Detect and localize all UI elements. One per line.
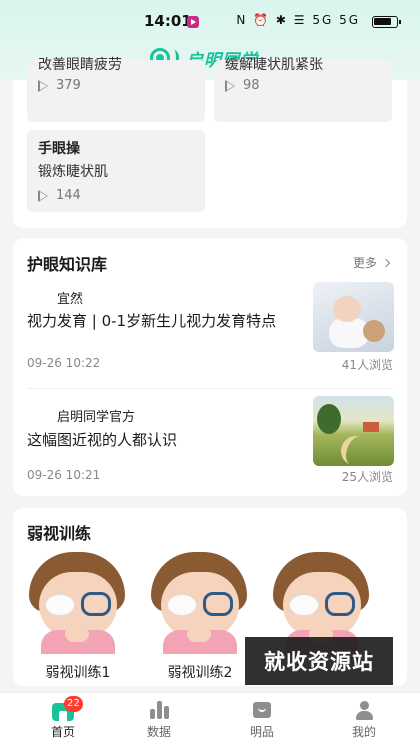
play-count-value: 98 [243,78,260,93]
training-label: 弱视训练1 [45,665,111,681]
video-tile[interactable]: 缓解睫状肌紧张 98 [214,57,392,122]
video-card: 改善眼睛疲劳 379 缓解睫状肌紧张 98 手眼操 锻炼睫状肌 144 [13,57,407,228]
tab-label: 明品 [249,725,274,739]
training-label: 弱视训练2 [167,665,233,681]
tab-label: 我的 [351,725,376,739]
battery-icon [372,16,401,28]
article-item[interactable]: 启明同学官方 这幅图近视的人都认识 09-26 10:21 25人浏览 [13,396,407,488]
bottom-tab-bar: 22 首页 数据 明品 我的 [0,692,420,746]
status-time: 14:01 [144,12,192,30]
play-count: 98 [225,78,260,93]
play-count-value: 379 [56,78,81,93]
article-item[interactable]: 宜然 视力发育 | 0-1岁新生儿视力发育特点 09-26 10:22 41人浏… [13,282,407,382]
play-icon [38,189,48,202]
video-subtitle: 缓解睫状肌紧张 [225,57,323,73]
article-views: 41人浏览 [341,358,393,372]
section-title: 护眼知识库 [27,255,108,274]
video-subtitle: 改善眼睛疲劳 [38,57,122,73]
knowledge-card: 护眼知识库 更多 宜然 视力发育 | 0-1岁新生儿视力发育特点 09-26 1… [13,238,407,496]
system-status-icons: N ⏰ ✱ ☰ 5G 5G [236,13,360,27]
play-icon [38,79,48,92]
shop-bag-icon [253,702,271,718]
child-eye-patch-icon [147,550,253,654]
play-count: 144 [38,188,81,203]
play-icon [225,79,235,92]
baby-photo-icon [313,282,394,352]
article-date: 09-26 10:22 [27,356,101,370]
more-label: 更多 [352,256,377,270]
bar-chart-icon [150,701,170,719]
notification-badge: 22 [64,696,83,712]
status-bar: 14:01 N ⏰ ✱ ☰ 5G 5G [0,10,420,32]
article-title: 这幅图近视的人都认识 [27,431,178,449]
user-icon [355,701,373,720]
tab-data[interactable]: 数据 [117,699,201,740]
more-link[interactable]: 更多 [352,254,391,271]
child-eye-patch-icon [25,550,131,654]
video-tile[interactable]: 改善眼睛疲劳 379 [27,57,205,122]
article-title: 视力发育 | 0-1岁新生儿视力发育特点 [27,312,277,330]
video-title: 手眼操 [38,141,80,157]
tab-label: 首页 [50,725,75,739]
landscape-painting-icon [313,396,394,466]
section-title: 弱视训练 [27,524,92,543]
article-views: 25人浏览 [341,470,393,484]
video-subtitle: 锻炼睫状肌 [38,164,108,180]
tab-home[interactable]: 22 首页 [21,696,105,740]
tab-label: 数据 [146,725,171,739]
app-notification-icon [187,16,199,28]
chevron-right-icon [381,258,391,267]
training-item[interactable]: 弱视训练1 [25,550,131,686]
video-tile[interactable]: 手眼操 锻炼睫状肌 144 [27,130,205,212]
training-item[interactable]: 弱视训练2 [147,550,253,686]
article-date: 09-26 10:21 [27,468,101,482]
play-count: 379 [38,78,81,93]
tab-shop[interactable]: 明品 [220,699,304,740]
divider [27,388,393,389]
play-count-value: 144 [56,188,81,203]
watermark-overlay: 就收资源站 [245,637,393,685]
tab-mine[interactable]: 我的 [322,699,406,740]
article-author: 宜然 [57,292,84,307]
article-author: 启明同学官方 [57,410,136,425]
